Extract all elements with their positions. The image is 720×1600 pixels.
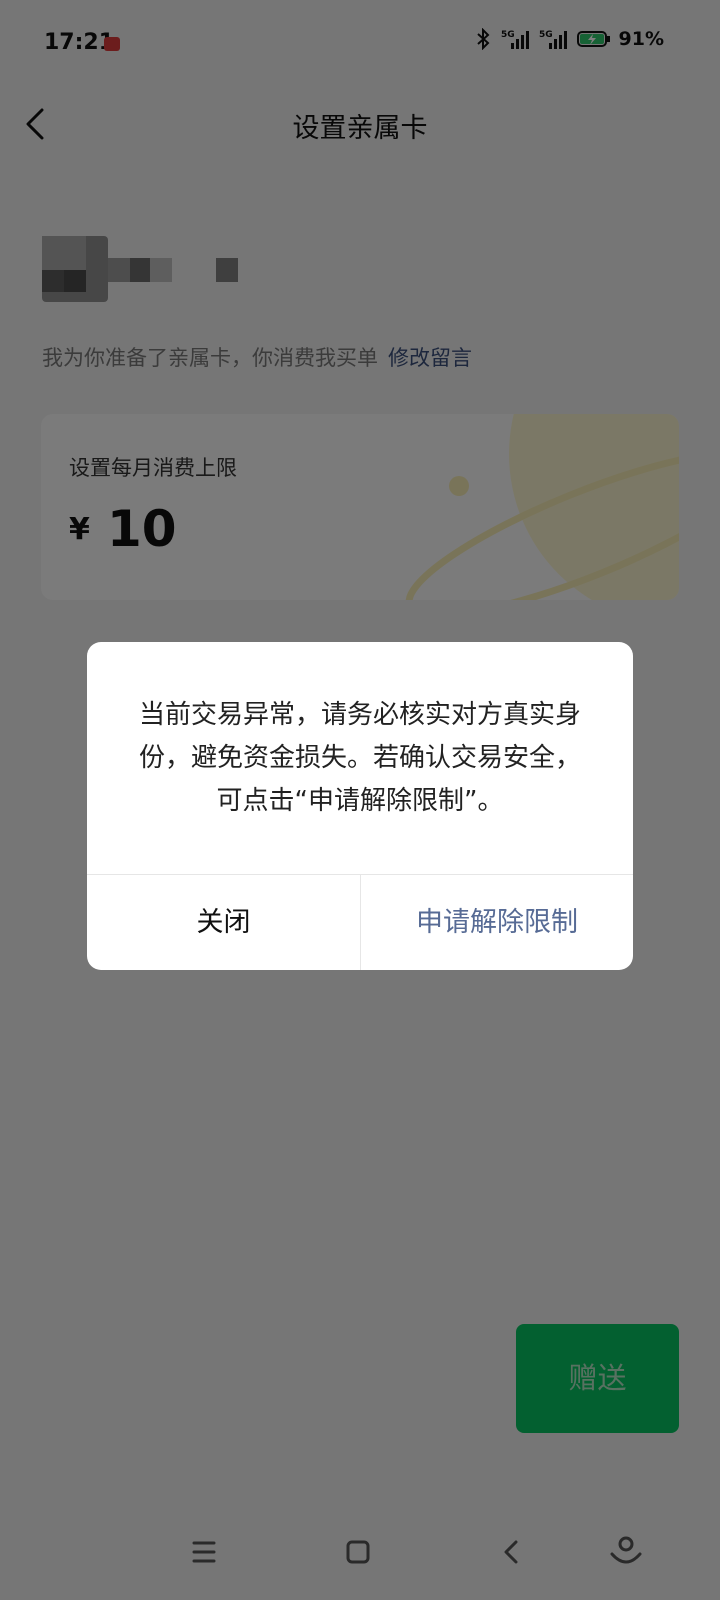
dialog-apply-unlock-button[interactable]: 申请解除限制: [361, 875, 633, 970]
dialog-close-button[interactable]: 关闭: [87, 875, 360, 970]
risk-warning-dialog: 当前交易异常，请务必核实对方真实身份，避免资金损失。若确认交易安全，可点击“申请…: [87, 642, 633, 970]
dialog-message: 当前交易异常，请务必核实对方真实身份，避免资金损失。若确认交易安全，可点击“申请…: [138, 700, 581, 816]
